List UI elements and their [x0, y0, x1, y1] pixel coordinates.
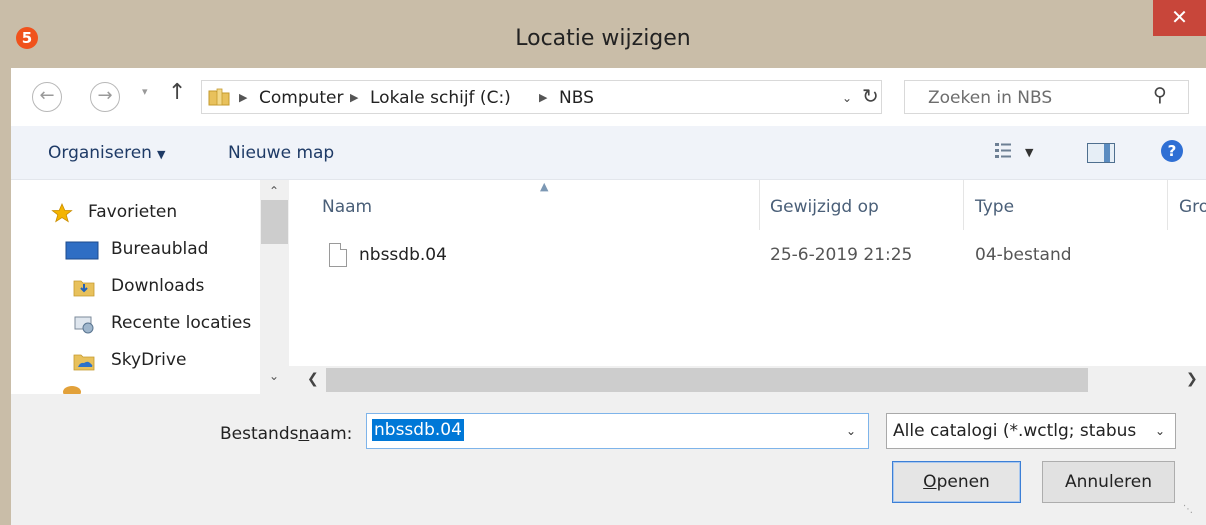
address-dropdown-icon[interactable]: ⌄: [842, 91, 852, 105]
chevron-down-icon[interactable]: ⌄: [1155, 424, 1165, 438]
scrollbar-thumb[interactable]: [326, 368, 1088, 392]
window-title: Locatie wijzigen: [515, 26, 691, 51]
table-row[interactable]: nbssdb.04 25-6-2019 21:25 04-bestand: [289, 234, 1206, 278]
forward-button[interactable]: →: [90, 82, 120, 112]
file-name: nbssdb.04: [359, 245, 447, 265]
new-folder-button[interactable]: Nieuwe map: [228, 143, 334, 163]
breadcrumb-computer[interactable]: Computer: [259, 88, 344, 108]
scroll-left-icon[interactable]: ❮: [307, 371, 319, 387]
title-bar: 5 Locatie wijzigen ✕: [0, 0, 1206, 68]
filename-dropdown-icon[interactable]: ⌄: [846, 424, 856, 438]
column-header-type[interactable]: Type: [975, 197, 1014, 217]
cancel-button[interactable]: Annuleren: [1042, 461, 1175, 503]
refresh-icon[interactable]: ↻: [862, 84, 879, 108]
view-options-icon[interactable]: [994, 142, 1012, 160]
nav-item-label: Recente locaties: [111, 313, 252, 333]
breadcrumb-separator-icon[interactable]: ▶: [239, 91, 247, 104]
column-header-modified[interactable]: Gewijzigd op: [770, 197, 879, 217]
file-list-horizontal-scrollbar[interactable]: ❮ ❯: [289, 366, 1206, 394]
column-divider[interactable]: [963, 180, 964, 230]
view-dropdown-icon[interactable]: ▼: [1025, 146, 1033, 159]
chevron-down-icon: ▼: [156, 148, 166, 161]
file-icon: [329, 243, 347, 267]
filename-label: Bestandsnaam:: [220, 424, 353, 444]
scroll-up-icon[interactable]: ⌃: [269, 184, 279, 198]
breadcrumb-separator-icon[interactable]: ▶: [350, 91, 358, 104]
recent-places-icon: [74, 316, 94, 334]
scroll-right-icon[interactable]: ❯: [1186, 371, 1198, 387]
folder-icon: [208, 88, 230, 106]
search-placeholder: Zoeken in NBS: [928, 88, 1053, 108]
file-type: 04-bestand: [975, 245, 1072, 265]
resize-grip-icon[interactable]: ⋱: [1183, 504, 1193, 515]
help-icon[interactable]: ?: [1161, 140, 1183, 162]
file-modified: 25-6-2019 21:25: [770, 245, 913, 265]
file-type-filter-value: Alle catalogi (*.wctlg; stabus: [893, 421, 1137, 441]
file-type-filter-select[interactable]: Alle catalogi (*.wctlg; stabus ⌄: [886, 413, 1176, 449]
recent-locations-chevron-icon[interactable]: ▾: [142, 85, 148, 98]
filename-value: nbssdb.04: [372, 419, 464, 441]
open-button[interactable]: Openen: [892, 461, 1021, 503]
organize-menu-button[interactable]: Organiseren ▼: [48, 143, 165, 163]
close-button[interactable]: ✕: [1153, 0, 1206, 36]
scroll-down-icon[interactable]: ⌄: [269, 369, 279, 383]
search-input[interactable]: Zoeken in NBS ⚲: [904, 80, 1189, 114]
column-header-name[interactable]: Naam: [322, 197, 372, 217]
address-bar[interactable]: ▶ Computer ▶ Lokale schijf (C:) ▶ NBS ⌄ …: [201, 80, 882, 114]
breadcrumb-separator-icon[interactable]: ▶: [539, 91, 547, 104]
command-toolbar: Organiseren ▼ Nieuwe map ▼ ?: [11, 126, 1206, 180]
star-icon: [51, 203, 73, 223]
filename-input[interactable]: nbssdb.04 ⌄: [366, 413, 869, 449]
preview-pane-icon[interactable]: [1087, 143, 1115, 163]
back-button[interactable]: ←: [32, 82, 62, 112]
breadcrumb-local-disk[interactable]: Lokale schijf (C:): [370, 88, 511, 108]
downloads-folder-icon: [73, 280, 95, 297]
desktop-icon: [65, 241, 99, 260]
scrollbar-thumb[interactable]: [261, 200, 288, 244]
nav-item-label: Favorieten: [88, 202, 178, 222]
dialog-window: 5 Locatie wijzigen ✕ ← → ▾ ↑ ▶ Computer …: [0, 0, 1206, 525]
search-icon[interactable]: ⚲: [1153, 84, 1167, 106]
nav-item-label: Downloads: [111, 276, 205, 296]
sort-ascending-icon: ▲: [540, 180, 549, 193]
breadcrumb-nbs[interactable]: NBS: [559, 88, 594, 108]
skydrive-folder-icon: [73, 354, 95, 371]
nav-item-label: Bureaublad: [111, 239, 209, 259]
file-dialog: ← → ▾ ↑ ▶ Computer ▶ Lokale schijf (C:) …: [11, 68, 1206, 525]
address-row: ← → ▾ ↑ ▶ Computer ▶ Lokale schijf (C:) …: [11, 68, 1206, 126]
navigation-scrollbar[interactable]: ⌃ ⌄: [260, 180, 289, 394]
navigation-pane: Favorieten Bureaublad Downloads Recente …: [11, 180, 289, 398]
file-list: ▲ Naam Gewijzigd op Type Gro nbssdb.04 2…: [289, 180, 1206, 394]
column-divider[interactable]: [759, 180, 760, 230]
nav-item-label: SkyDrive: [111, 350, 187, 370]
organize-label: Organiseren: [48, 143, 152, 163]
column-divider[interactable]: [1167, 180, 1168, 230]
up-arrow-icon[interactable]: ↑: [168, 80, 186, 105]
bottom-panel: Bestandsnaam: nbssdb.04 ⌄ Alle catalogi …: [11, 394, 1206, 525]
column-header-size[interactable]: Gro: [1179, 197, 1206, 217]
